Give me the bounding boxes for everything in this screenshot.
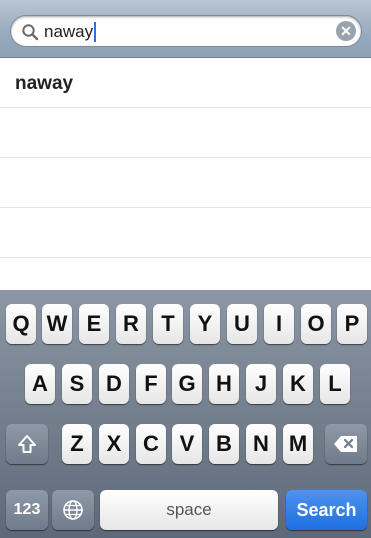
search-input[interactable]: naway ✕ — [10, 15, 362, 47]
delete-key[interactable] — [325, 424, 367, 464]
key-j[interactable]: J — [246, 364, 276, 404]
key-t[interactable]: T — [153, 304, 183, 344]
list-item — [0, 108, 371, 158]
key-e[interactable]: E — [79, 304, 109, 344]
search-query: naway — [44, 22, 97, 42]
result-label: naway — [15, 73, 74, 94]
key-v[interactable]: V — [172, 424, 202, 464]
key-k[interactable]: K — [283, 364, 313, 404]
key-h[interactable]: H — [209, 364, 239, 404]
shift-icon — [18, 435, 36, 453]
list-item — [0, 158, 371, 208]
clear-icon[interactable]: ✕ — [336, 21, 356, 41]
search-icon — [22, 24, 39, 41]
key-u[interactable]: U — [227, 304, 257, 344]
shift-key[interactable] — [6, 424, 48, 464]
list-item — [0, 208, 371, 258]
space-key[interactable]: space — [100, 490, 278, 530]
key-g[interactable]: G — [172, 364, 202, 404]
key-b[interactable]: B — [209, 424, 239, 464]
key-r[interactable]: R — [116, 304, 146, 344]
key-n[interactable]: N — [246, 424, 276, 464]
key-d[interactable]: D — [99, 364, 129, 404]
key-w[interactable]: W — [42, 304, 72, 344]
key-x[interactable]: X — [99, 424, 129, 464]
key-l[interactable]: L — [320, 364, 350, 404]
list-item[interactable]: naway — [0, 58, 371, 108]
keyboard: Q W E R T Y U I O P A S D F G H J K L Z … — [0, 290, 371, 538]
text-cursor — [94, 22, 97, 42]
key-p[interactable]: P — [337, 304, 367, 344]
globe-icon — [63, 500, 83, 520]
numbers-key[interactable]: 123 — [6, 490, 48, 530]
key-m[interactable]: M — [283, 424, 313, 464]
key-s[interactable]: S — [62, 364, 92, 404]
results-list: naway — [0, 58, 371, 290]
globe-key[interactable] — [52, 490, 94, 530]
key-f[interactable]: F — [136, 364, 166, 404]
key-i[interactable]: I — [264, 304, 294, 344]
search-key[interactable]: Search — [286, 490, 367, 530]
key-q[interactable]: Q — [6, 304, 36, 344]
key-o[interactable]: O — [301, 304, 331, 344]
key-z[interactable]: Z — [62, 424, 92, 464]
key-c[interactable]: C — [136, 424, 166, 464]
key-a[interactable]: A — [25, 364, 55, 404]
key-y[interactable]: Y — [190, 304, 220, 344]
backspace-icon — [334, 436, 357, 452]
search-bar: naway ✕ — [0, 0, 371, 58]
